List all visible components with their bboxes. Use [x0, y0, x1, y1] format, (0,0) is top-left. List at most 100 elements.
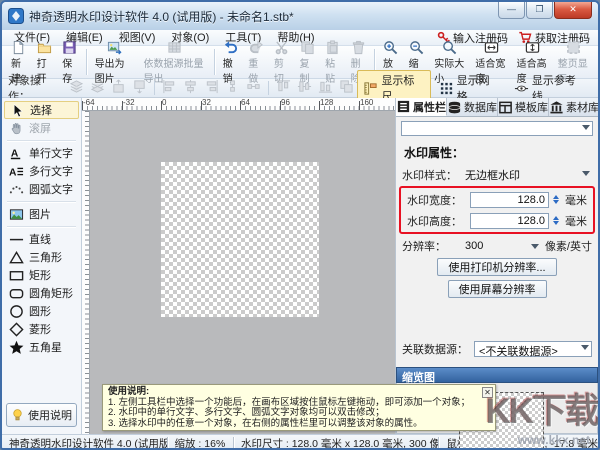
size-highlight-box: 水印宽度： 128.0 毫米 水印高度： 128.0 毫米 [399, 186, 595, 234]
arc-text-icon [9, 182, 24, 197]
tool-circle[interactable]: 圆形 [2, 302, 81, 320]
align-right-icon [204, 79, 219, 94]
save-disk-icon [62, 40, 77, 55]
width-label: 水印宽度： [407, 192, 470, 208]
use-printer-resolution-button[interactable]: 使用打印机分辨率... [437, 258, 556, 276]
tool-multi-line-text[interactable]: A 多行文字 [2, 162, 81, 180]
open-folder-icon [37, 40, 52, 55]
align-middle-icon [297, 79, 312, 94]
datasource-label: 关联数据源： [402, 341, 474, 357]
actual-size-icon [442, 40, 457, 55]
tooltip-close-icon[interactable]: ✕ [482, 387, 493, 398]
distribute-v-icon [246, 79, 261, 94]
width-stepper[interactable] [550, 192, 561, 208]
ruler-label: -32 [123, 98, 135, 107]
tool-label: 三角形 [29, 249, 62, 265]
ruler-icon [363, 81, 378, 96]
tool-cursor-arrow[interactable]: 选择 [4, 101, 79, 119]
style-combo[interactable]: 无边框水印 [465, 167, 592, 183]
svg-text:A: A [9, 167, 17, 178]
right-panel-tabs: 属性栏 数据库模板库素材库 [396, 98, 598, 117]
resolution-value: 300 [465, 240, 483, 252]
full-page-icon [566, 40, 581, 55]
fit-height-icon [525, 40, 540, 55]
op-layer-back-button [87, 78, 108, 98]
use-screen-resolution-button[interactable]: 使用屏幕分辨率 [448, 280, 547, 298]
ops-separator [268, 81, 269, 95]
tool-picture[interactable]: 图片 [2, 205, 81, 223]
style-label: 水印样式： [402, 167, 465, 183]
op-same-size-button [336, 78, 357, 98]
ruler-label: 160 [360, 98, 373, 107]
help-button[interactable]: 使用说明 [6, 403, 77, 427]
tab-label: 数据库 [464, 99, 497, 115]
circle-icon [9, 304, 24, 319]
ops-separator [154, 81, 155, 95]
tool-triangle[interactable]: 三角形 [2, 248, 81, 266]
triangle-icon [9, 250, 24, 265]
minimize-button[interactable]: — [498, 2, 525, 19]
tool-label: 圆形 [29, 303, 51, 319]
instruction-line: 2. 水印中的单行文字、多行文字、圆弧文字对象均可以双击修改； [108, 408, 481, 419]
tool-diamond[interactable]: 菱形 [2, 320, 81, 338]
instructions-title: 使用说明: [108, 387, 481, 398]
op-align-left-button [159, 78, 180, 98]
zoom-out-icon [409, 40, 424, 55]
tool-label: 矩形 [29, 267, 51, 283]
undo-arrow-icon [223, 40, 238, 55]
spin-down-icon [553, 200, 559, 207]
toolbar-copy-pages-button: 复制 [294, 47, 320, 78]
object-operations-bar: 对象操作： 显示标尺显示网格显示参考线 [2, 79, 598, 98]
tool-label: 直线 [29, 231, 51, 247]
align-bottom-icon [318, 79, 333, 94]
tool-line[interactable]: 直线 [2, 230, 81, 248]
chevron-down-icon [582, 125, 590, 134]
tool-label: 圆弧文字 [29, 181, 73, 197]
tool-arc-text[interactable]: 圆弧文字 [2, 180, 81, 198]
datasource-value: <不关联数据源> [479, 346, 558, 358]
chevron-down-icon [581, 345, 589, 354]
tool-star[interactable]: 五角星 [2, 338, 81, 356]
cursor-arrow-icon [10, 103, 25, 118]
tool-single-line-text[interactable]: A单行文字 [2, 144, 81, 162]
datasource-combo[interactable]: <不关联数据源> [474, 341, 592, 357]
tab-props-tab[interactable]: 属性栏 [396, 98, 447, 116]
window-controls: — ❐ ✕ [497, 2, 592, 19]
object-select-combo[interactable] [401, 121, 593, 136]
toolbar-export-image-button[interactable]: 导出为图片 [90, 47, 139, 78]
watermark-artboard[interactable] [161, 162, 319, 317]
tab-template-tab[interactable]: 模板库 [498, 98, 549, 116]
db-tab-icon [447, 100, 462, 115]
close-button[interactable]: ✕ [554, 2, 592, 19]
tool-hand: 滚屏 [2, 119, 81, 137]
layer-down-icon [132, 79, 147, 94]
line-icon [9, 232, 24, 247]
batch-export-icon [167, 40, 182, 55]
tool-label: 菱形 [29, 321, 51, 337]
width-input[interactable]: 128.0 [470, 192, 549, 208]
star-icon [9, 340, 24, 355]
height-stepper[interactable] [550, 213, 561, 229]
tab-db-tab[interactable]: 数据库 [447, 98, 498, 116]
chevron-down-icon [531, 244, 539, 253]
tool-label: 多行文字 [29, 163, 73, 179]
ruler-label: 96 [281, 98, 290, 107]
tool-rectangle[interactable]: 矩形 [2, 266, 81, 284]
maximize-button[interactable]: ❐ [526, 2, 553, 19]
tab-material-tab[interactable]: 素材库 [549, 98, 600, 116]
template-tab-icon [498, 100, 513, 115]
height-input[interactable]: 128.0 [470, 213, 549, 229]
resolution-combo[interactable]: 300 [465, 240, 541, 252]
op-distribute-v-button [243, 78, 264, 98]
watermark-properties-title: 水印属性： [396, 138, 598, 164]
toolbar-paste-clipboard-button: 粘贴 [320, 47, 346, 78]
status-watermark-size: 水印尺寸 : 128.0 毫米 x 128.0 毫米, 300 像素/英寸 [234, 436, 439, 450]
spin-up-icon [553, 213, 559, 220]
resolution-unit: 像素/英寸 [545, 238, 592, 254]
diamond-icon [9, 322, 24, 337]
tool-separator [7, 140, 76, 141]
tool-rounded-rect[interactable]: 圆角矩形 [2, 284, 81, 302]
rectangle-icon [9, 268, 24, 283]
toolbar-undo-arrow-button[interactable]: 撤销 [218, 47, 244, 78]
props-tab-icon [396, 99, 411, 114]
